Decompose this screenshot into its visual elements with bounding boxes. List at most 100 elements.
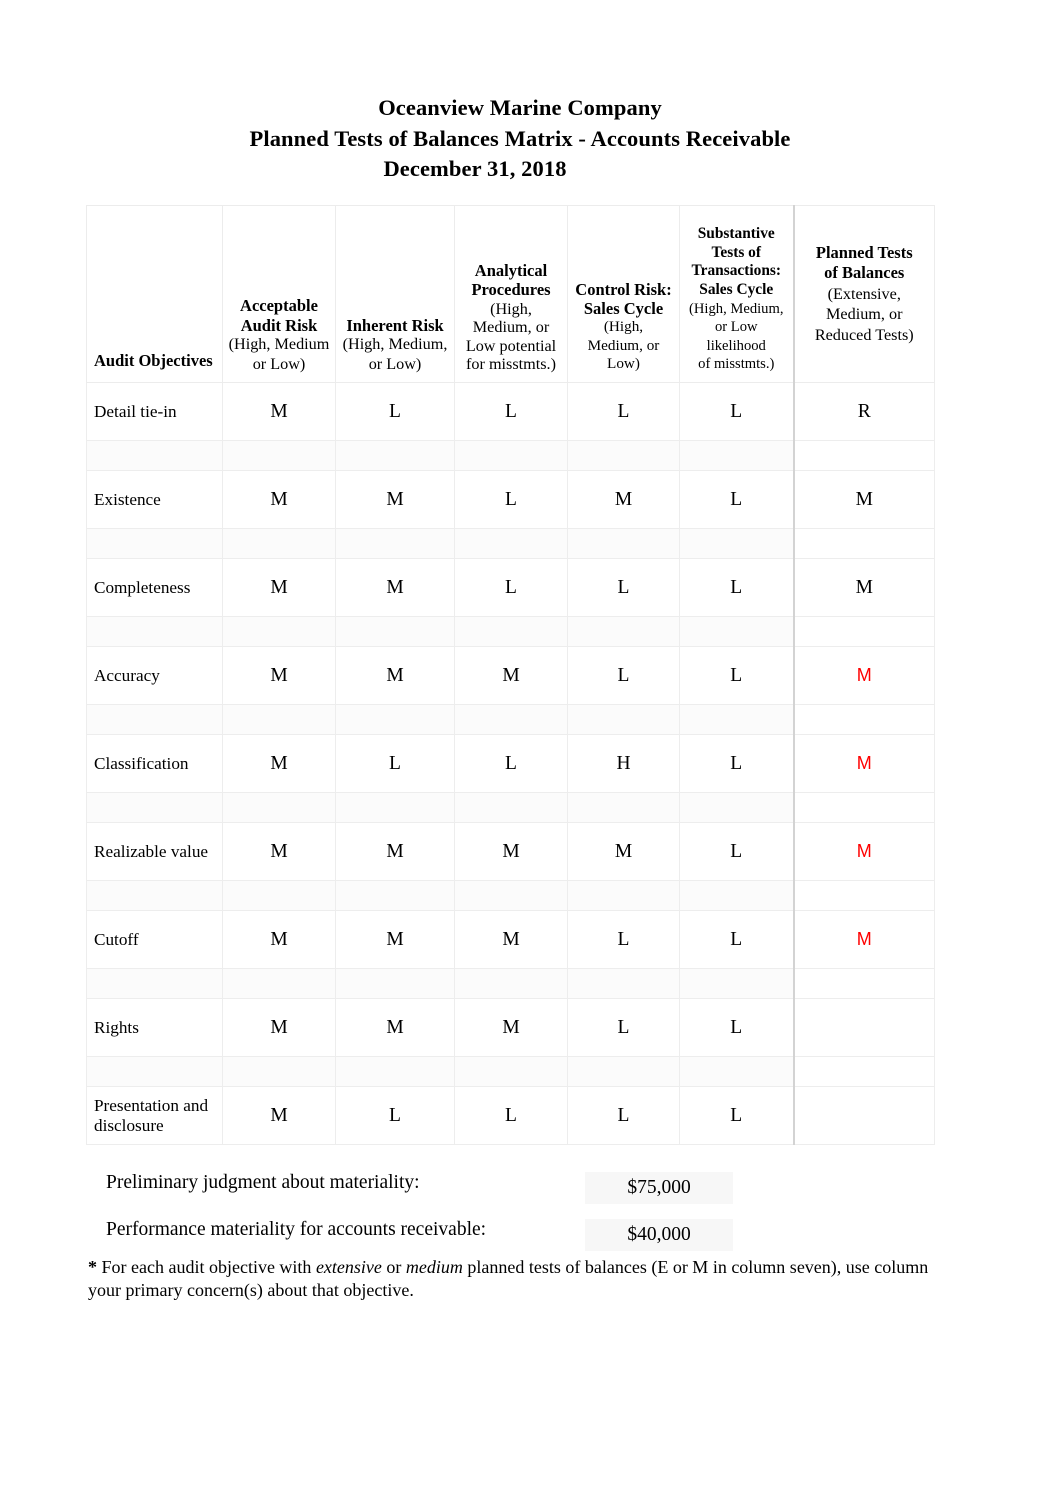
cell-planned-tests-of-balances[interactable]: M bbox=[792, 646, 935, 705]
header-stt-line1: Substantive bbox=[697, 225, 775, 243]
cell-acceptable-audit-risk[interactable]: M bbox=[222, 382, 336, 441]
footnote-part2: or bbox=[381, 1257, 406, 1277]
row-separator-cell bbox=[86, 968, 223, 999]
table-row: Existence M M L M L M bbox=[86, 470, 935, 529]
cell-control-risk[interactable]: L bbox=[567, 910, 680, 969]
header-ptb-note3: Reduced Tests) bbox=[814, 325, 914, 344]
table-row: Rights M M M L L bbox=[86, 998, 935, 1057]
row-separator-cell bbox=[335, 704, 455, 735]
cell-inherent-risk[interactable]: M bbox=[335, 998, 455, 1057]
cell-planned-tests-of-balances[interactable] bbox=[792, 1086, 935, 1145]
document-title-block: Oceanview Marine Company Planned Tests o… bbox=[0, 93, 1062, 185]
cell-control-risk[interactable]: M bbox=[567, 470, 680, 529]
cell-planned-tests-of-balances[interactable]: M bbox=[792, 910, 935, 969]
cell-analytical-procedures[interactable]: M bbox=[454, 646, 568, 705]
table-row: Classification M L L H L M bbox=[86, 734, 935, 793]
cell-planned-tests-of-balances[interactable]: M bbox=[792, 822, 935, 881]
row-separator-cell bbox=[86, 704, 223, 735]
cell-audit-objective: Presentation and disclosure bbox=[86, 1086, 223, 1145]
cell-acceptable-audit-risk[interactable]: M bbox=[222, 470, 336, 529]
header-inherent-risk: Inherent Risk (High, Medium, or Low) bbox=[335, 205, 455, 383]
row-separator-cell bbox=[86, 1056, 223, 1087]
cell-inherent-risk[interactable]: M bbox=[335, 646, 455, 705]
row-separator-cell bbox=[792, 704, 935, 735]
row-separator bbox=[86, 968, 935, 999]
cell-substantive-tests[interactable]: L bbox=[679, 910, 794, 969]
row-separator-cell bbox=[679, 616, 794, 647]
cell-planned-tests-of-balances[interactable]: M bbox=[792, 734, 935, 793]
cell-analytical-procedures[interactable]: L bbox=[454, 470, 568, 529]
cell-inherent-risk[interactable]: L bbox=[335, 1086, 455, 1145]
row-separator-cell bbox=[792, 528, 935, 559]
planned-tests-value-highlighted: M bbox=[856, 752, 872, 773]
cell-substantive-tests[interactable]: L bbox=[679, 558, 794, 617]
cell-control-risk[interactable]: H bbox=[567, 734, 680, 793]
cell-planned-tests-of-balances[interactable]: R bbox=[792, 382, 935, 441]
cell-control-risk[interactable]: L bbox=[567, 998, 680, 1057]
cell-audit-objective: Accuracy bbox=[86, 646, 223, 705]
planned-tests-matrix: Audit Objectives Acceptable Audit Risk (… bbox=[86, 205, 935, 1145]
cell-analytical-procedures[interactable]: L bbox=[454, 382, 568, 441]
row-separator-cell bbox=[454, 440, 568, 471]
cell-control-risk[interactable]: L bbox=[567, 382, 680, 441]
cell-control-risk[interactable]: L bbox=[567, 1086, 680, 1145]
row-separator-cell bbox=[335, 880, 455, 911]
cell-inherent-risk[interactable]: M bbox=[335, 822, 455, 881]
header-cr-line1: Control Risk: bbox=[575, 280, 672, 300]
cell-acceptable-audit-risk[interactable]: M bbox=[222, 1086, 336, 1145]
cell-inherent-risk[interactable]: L bbox=[335, 734, 455, 793]
cell-acceptable-audit-risk[interactable]: M bbox=[222, 558, 336, 617]
row-separator bbox=[86, 616, 935, 647]
row-separator-cell bbox=[792, 1056, 935, 1087]
header-ir-line1: Inherent Risk bbox=[346, 315, 444, 335]
cell-inherent-risk[interactable]: M bbox=[335, 470, 455, 529]
row-separator-cell bbox=[792, 968, 935, 999]
cell-inherent-risk[interactable]: L bbox=[335, 382, 455, 441]
row-separator-cell bbox=[454, 616, 568, 647]
cell-substantive-tests[interactable]: L bbox=[679, 822, 794, 881]
cell-substantive-tests[interactable]: L bbox=[679, 1086, 794, 1145]
row-separator-cell bbox=[335, 616, 455, 647]
cell-control-risk[interactable]: L bbox=[567, 646, 680, 705]
preliminary-materiality-value[interactable]: $75,000 bbox=[585, 1172, 733, 1204]
row-separator-cell bbox=[86, 528, 223, 559]
cell-audit-objective: Existence bbox=[86, 470, 223, 529]
header-acceptable-audit-risk: Acceptable Audit Risk (High, Medium or L… bbox=[222, 205, 336, 383]
cell-substantive-tests[interactable]: L bbox=[679, 382, 794, 441]
header-audit-objectives-label: Audit Objectives bbox=[94, 350, 213, 370]
cell-substantive-tests[interactable]: L bbox=[679, 470, 794, 529]
cell-inherent-risk[interactable]: M bbox=[335, 910, 455, 969]
row-separator-cell bbox=[567, 616, 680, 647]
performance-materiality-value[interactable]: $40,000 bbox=[585, 1219, 733, 1251]
header-ir-note2: or Low) bbox=[368, 354, 422, 373]
cell-analytical-procedures[interactable]: M bbox=[454, 910, 568, 969]
row-separator-cell bbox=[86, 792, 223, 823]
cell-analytical-procedures[interactable]: M bbox=[454, 998, 568, 1057]
cell-control-risk[interactable]: L bbox=[567, 558, 680, 617]
cell-analytical-procedures[interactable]: M bbox=[454, 822, 568, 881]
row-separator-cell bbox=[222, 1056, 336, 1087]
row-separator-cell bbox=[335, 528, 455, 559]
header-stt-line2: Tests of bbox=[711, 243, 761, 261]
cell-analytical-procedures[interactable]: L bbox=[454, 734, 568, 793]
row-separator-cell bbox=[567, 528, 680, 559]
cell-acceptable-audit-risk[interactable]: M bbox=[222, 822, 336, 881]
header-cr-note3: Low) bbox=[607, 355, 640, 373]
cell-planned-tests-of-balances[interactable]: M bbox=[792, 558, 935, 617]
cell-acceptable-audit-risk[interactable]: M bbox=[222, 646, 336, 705]
cell-planned-tests-of-balances[interactable]: M bbox=[792, 470, 935, 529]
header-ap-note4: for misstmts.) bbox=[466, 355, 556, 374]
row-separator bbox=[86, 528, 935, 559]
cell-analytical-procedures[interactable]: L bbox=[454, 1086, 568, 1145]
cell-inherent-risk[interactable]: M bbox=[335, 558, 455, 617]
cell-acceptable-audit-risk[interactable]: M bbox=[222, 910, 336, 969]
row-separator-cell bbox=[567, 968, 680, 999]
cell-control-risk[interactable]: M bbox=[567, 822, 680, 881]
cell-planned-tests-of-balances[interactable] bbox=[792, 998, 935, 1057]
cell-acceptable-audit-risk[interactable]: M bbox=[222, 998, 336, 1057]
cell-acceptable-audit-risk[interactable]: M bbox=[222, 734, 336, 793]
cell-substantive-tests[interactable]: L bbox=[679, 646, 794, 705]
cell-analytical-procedures[interactable]: L bbox=[454, 558, 568, 617]
cell-substantive-tests[interactable]: L bbox=[679, 734, 794, 793]
cell-substantive-tests[interactable]: L bbox=[679, 998, 794, 1057]
